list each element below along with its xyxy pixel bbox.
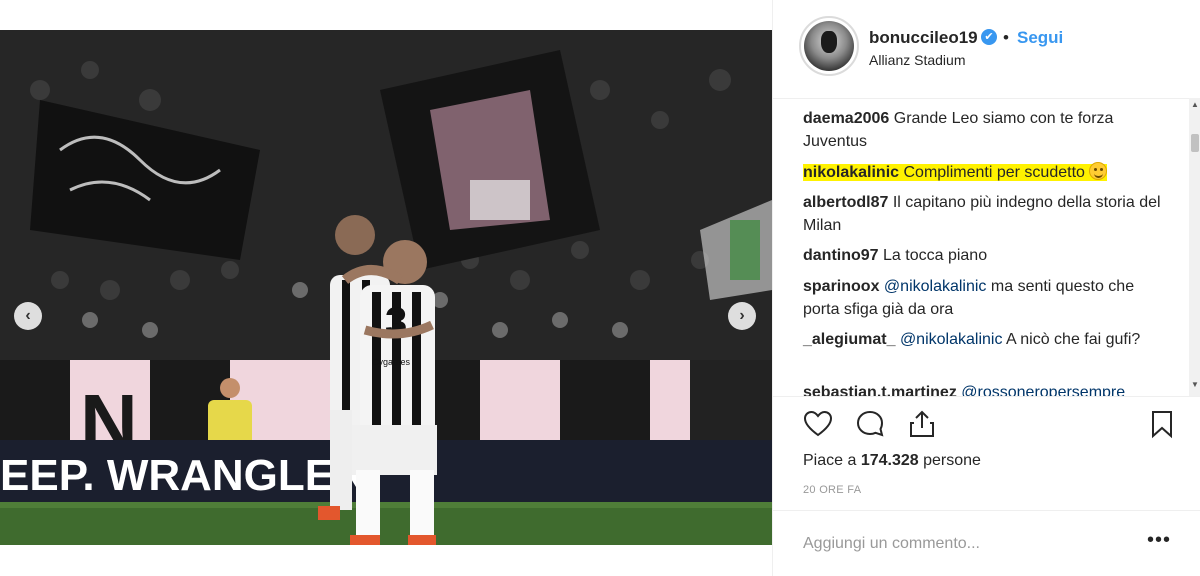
heart-icon[interactable] bbox=[803, 409, 833, 439]
add-comment-bar: ••• bbox=[773, 510, 1200, 576]
scrollbar-thumb[interactable] bbox=[1191, 134, 1199, 152]
comments-scrollbar[interactable]: ▲ ▼ bbox=[1189, 98, 1200, 396]
comment-item: _alegiumat_ @nikolakalinic A nicò che fa… bbox=[803, 328, 1163, 351]
likes-prefix: Piace a bbox=[803, 452, 857, 469]
carousel-next-button[interactable]: › bbox=[728, 302, 756, 330]
avatar[interactable] bbox=[799, 16, 859, 76]
post-media-panel: N EEP. WRANGLER 3 Cygames ‹ › bbox=[0, 0, 772, 576]
post-actions-bar bbox=[773, 396, 1200, 450]
comment-text: Complimenti per scudetto bbox=[903, 164, 1085, 181]
comment-username[interactable]: sebastian.t.martinez bbox=[803, 384, 957, 396]
post-timestamp[interactable]: 20 ORE FA bbox=[803, 484, 861, 496]
comment-mention[interactable]: @nikolakalinic bbox=[900, 331, 1003, 348]
avatar-image bbox=[804, 21, 854, 71]
comment-item: dantino97 La tocca piano bbox=[803, 244, 1163, 267]
scroll-down-arrow-icon[interactable]: ▼ bbox=[1191, 380, 1199, 389]
scroll-up-arrow-icon[interactable]: ▲ bbox=[1191, 100, 1199, 109]
chevron-left-icon: ‹ bbox=[25, 307, 31, 324]
post-header: bonuccileo19 ✔ • Segui Allianz Stadium bbox=[773, 0, 1200, 88]
jersey-sponsor: Cygames bbox=[372, 357, 411, 367]
comment-username[interactable]: albertodl87 bbox=[803, 194, 888, 211]
likes-count[interactable]: 174.328 bbox=[861, 452, 919, 469]
comment-username[interactable]: _alegiumat_ bbox=[803, 331, 895, 348]
avatar-face bbox=[821, 31, 837, 53]
post-username[interactable]: bonuccileo19 bbox=[869, 28, 978, 48]
comment-item: sparinoox @nikolakalinic ma senti questo… bbox=[803, 275, 1163, 321]
comment-text: La tocca piano bbox=[883, 247, 988, 264]
comment-mention[interactable]: @rossoneropersempre bbox=[961, 384, 1125, 396]
comment-username[interactable]: dantino97 bbox=[803, 247, 879, 264]
comment-text: A nicò che fai gufi? bbox=[1006, 331, 1141, 348]
chevron-right-icon: › bbox=[739, 307, 745, 324]
header-separator: • bbox=[1003, 28, 1009, 47]
comment-username[interactable]: daema2006 bbox=[803, 110, 889, 127]
post-photo-illustration: N EEP. WRANGLER 3 Cygames bbox=[0, 30, 772, 545]
comment-icon[interactable] bbox=[855, 409, 885, 439]
comment-item: daema2006 Grande Leo siamo con te forza … bbox=[803, 107, 1163, 153]
comment-username[interactable]: sparinoox bbox=[803, 278, 879, 295]
bookmark-icon[interactable] bbox=[1147, 409, 1177, 439]
comment-item: albertodl87 Il capitano più indegno dell… bbox=[803, 191, 1163, 237]
comment-item: sebastian.t.martinez @rossoneropersempre bbox=[803, 381, 1163, 396]
comment-username[interactable]: nikolakalinic bbox=[803, 164, 899, 181]
carousel-prev-button[interactable]: ‹ bbox=[14, 302, 42, 330]
post-location[interactable]: Allianz Stadium bbox=[869, 52, 966, 68]
likes-suffix: persone bbox=[923, 452, 981, 469]
share-icon[interactable] bbox=[907, 409, 937, 439]
comments-list: daema2006 Grande Leo siamo con te forza … bbox=[773, 98, 1189, 396]
follow-button[interactable]: Segui bbox=[1017, 28, 1063, 48]
more-options-button[interactable]: ••• bbox=[1147, 529, 1171, 552]
comment-item: nikolakalinic Complimenti per scudetto bbox=[803, 161, 1163, 184]
likes-summary[interactable]: Piace a 174.328 persone bbox=[803, 452, 981, 470]
led-board-text: EEP. WRANGLER bbox=[0, 451, 366, 500]
post-side-panel: bonuccileo19 ✔ • Segui Allianz Stadium d… bbox=[772, 0, 1200, 576]
verified-badge-icon: ✔ bbox=[981, 29, 997, 45]
comment-mention[interactable]: @nikolakalinic bbox=[884, 278, 987, 295]
add-comment-input[interactable] bbox=[803, 533, 1123, 555]
smile-emoji-icon bbox=[1089, 162, 1108, 180]
post-photo[interactable]: N EEP. WRANGLER 3 Cygames ‹ › bbox=[0, 30, 772, 545]
